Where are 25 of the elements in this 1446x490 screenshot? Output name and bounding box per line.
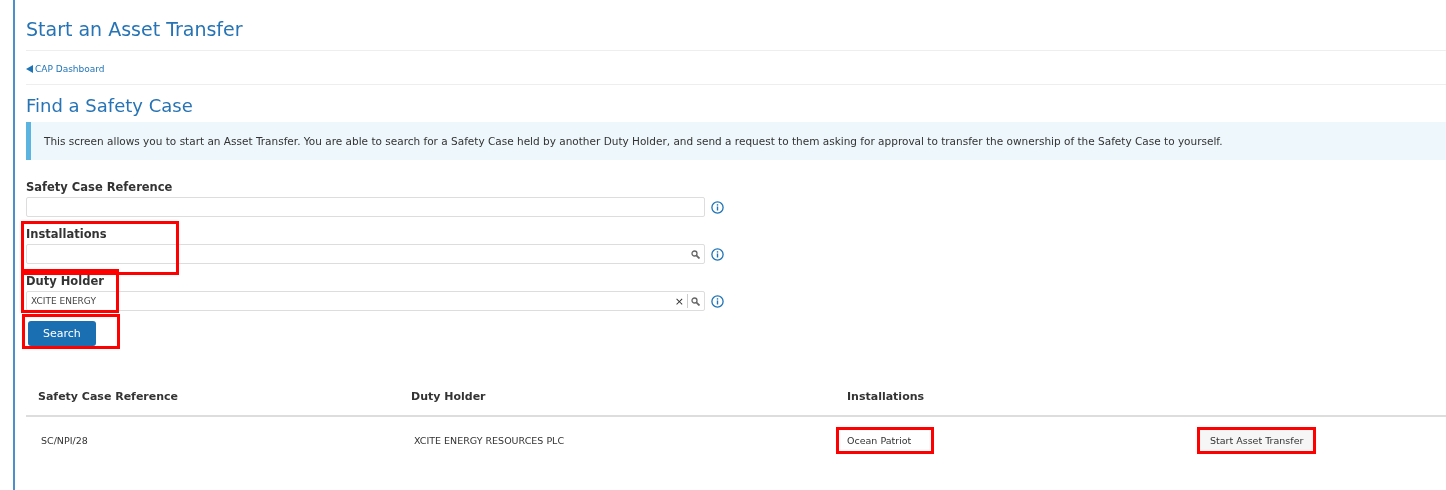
clear-icon[interactable]: ×	[674, 294, 684, 308]
table-cell-text: XCITE ENERGY RESOURCES PLC	[413, 434, 566, 448]
info-icon[interactable]	[711, 247, 724, 261]
back-link[interactable]: CAP Dashboard	[26, 64, 105, 74]
field-label: Installations	[26, 227, 108, 241]
field-label: Duty Holder	[26, 274, 105, 288]
page-title: Start an Asset Transfer	[26, 18, 1446, 51]
info-message: This screen allows you to start an Asset Transfer. You are able to search for a Safety Case held by another Duty Holder, and send a request to them asking for approval to transfer the ownership of the Safety Case to yourself.	[26, 122, 1446, 160]
table-cell: Ocean Patriot	[836, 427, 935, 454]
column-header: Installations	[847, 389, 926, 405]
column-header: Safety Case Reference	[38, 389, 180, 405]
column-header: Duty Holder	[411, 389, 487, 405]
field-label: Safety Case Reference	[26, 180, 174, 194]
info-icon[interactable]	[711, 294, 724, 308]
table-cell-text: SC/NPI/28	[40, 434, 89, 448]
lookup-field[interactable]	[26, 244, 705, 264]
input-field[interactable]	[26, 197, 705, 217]
search-icon[interactable]	[691, 296, 700, 306]
section-title: Find a Safety Case	[26, 94, 194, 118]
start-transfer-button[interactable]: Start Asset Transfer	[1197, 427, 1317, 454]
back-arrow-icon	[26, 65, 33, 73]
search-button[interactable]: Search	[28, 321, 96, 346]
info-icon[interactable]	[711, 200, 724, 214]
search-icon[interactable]	[691, 249, 700, 259]
lookup-field[interactable]: XCITE ENERGY ×	[26, 291, 705, 311]
